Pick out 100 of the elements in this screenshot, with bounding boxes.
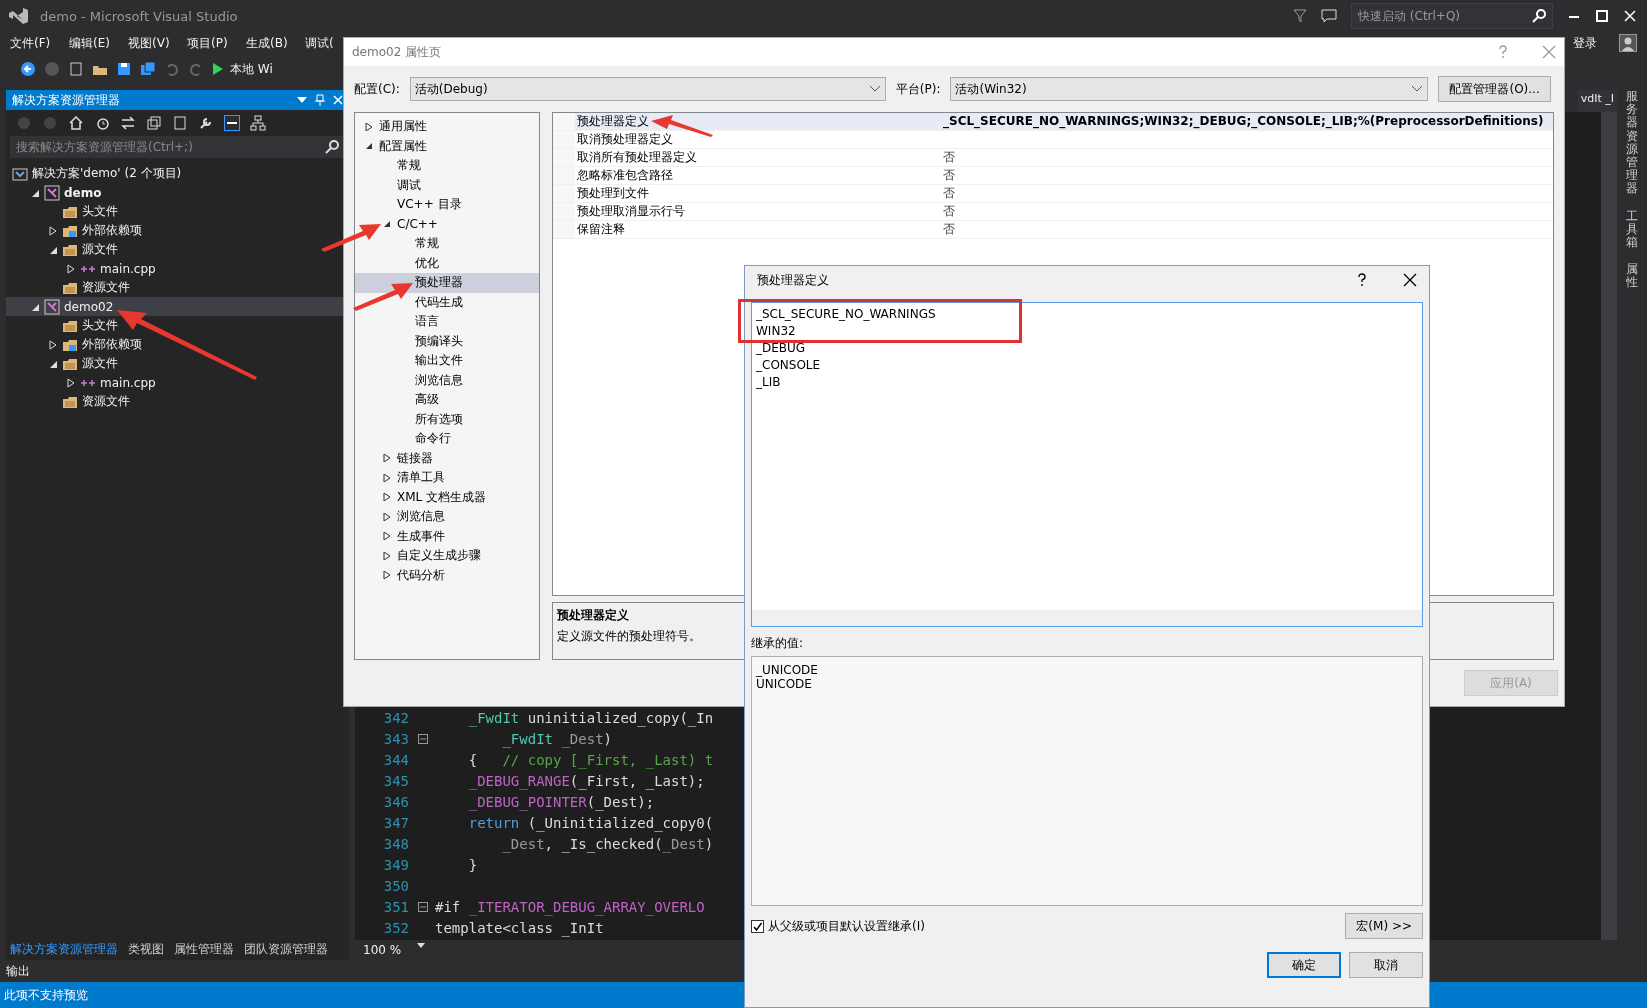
quick-launch-input[interactable]: 快速启动 (Ctrl+Q) [1352,4,1532,28]
tree-item[interactable]: 代码分析 [355,565,539,585]
tree-item[interactable]: 优化 [355,253,539,273]
menu-item[interactable]: 视图(V) [128,35,170,50]
property-row[interactable]: 保留注释 否 [553,221,1553,239]
property-row[interactable]: 忽略标准包含路径 否 [553,167,1553,185]
save-icon[interactable] [116,61,132,77]
tree-item[interactable]: 解决方案'demo' (2 个项目) [6,164,349,183]
collapsed-icon[interactable] [365,122,373,131]
configuration-dropdown[interactable]: 活动(Debug) [409,77,886,101]
tree-item[interactable]: 头文件 [6,316,349,335]
sync-icon[interactable] [120,115,136,131]
tree-item[interactable]: main.cpp [6,373,349,392]
tree-item[interactable]: 所有选项 [355,409,539,429]
tree-item[interactable]: 命令行 [355,429,539,449]
menu-item[interactable]: 调试( [305,35,334,50]
sign-in-link[interactable]: 登录 [1573,34,1597,52]
panel-tab[interactable]: 解决方案资源管理器 [10,940,118,958]
tree-item[interactable]: demo [6,183,349,202]
tree-item[interactable]: 清单工具 [355,468,539,488]
panel-tab[interactable]: 类视图 [128,940,164,958]
expanded-icon[interactable] [383,220,391,229]
preview-icon[interactable] [224,115,240,131]
scrollbar[interactable] [752,610,1422,626]
filter-icon[interactable] [1293,9,1307,23]
tree-item[interactable]: 代码生成 [355,292,539,312]
scrollbar[interactable] [1601,112,1617,940]
tree-item[interactable]: 浏览信息 [355,370,539,390]
tree-item[interactable]: 源文件 [6,240,349,259]
property-row[interactable]: 预处理到文件 否 [553,185,1553,203]
menu-item[interactable]: 项目(P) [187,35,228,50]
tree-item[interactable]: 调试 [355,175,539,195]
property-row[interactable]: 取消预处理器定义 [553,131,1553,149]
side-tab[interactable]: 服务器资源管理器 [1626,90,1638,196]
tree-item[interactable]: 高级 [355,390,539,410]
platform-dropdown[interactable]: 活动(Win32) [950,77,1429,101]
tree-item[interactable]: 输出文件 [355,351,539,371]
tree-item[interactable]: 链接器 [355,448,539,468]
collapse-icon[interactable] [146,115,162,131]
collapsed-icon[interactable] [383,571,391,580]
tree-item[interactable]: 常规 [355,234,539,254]
side-tab[interactable]: 属性 [1626,263,1638,290]
output-tab[interactable]: 输出 [6,962,30,980]
tree-item[interactable]: 外部依赖项 [6,335,349,354]
collapse-icon[interactable] [418,733,428,744]
tree-item[interactable]: C/C++ [355,214,539,234]
configuration-manager-button[interactable]: 配置管理器(O)... [1438,76,1551,102]
history-icon[interactable] [94,115,110,131]
tree-item[interactable]: 浏览信息 [355,507,539,527]
pin-icon[interactable] [315,94,325,106]
collapse-icon[interactable] [418,901,428,912]
property-row[interactable]: 取消所有预处理器定义 否 [553,149,1553,167]
class-diagram-icon[interactable] [250,115,266,131]
start-debugging-button[interactable]: 本地 Wi [212,60,273,78]
expanded-icon[interactable] [365,142,373,151]
cancel-button[interactable]: 取消 [1349,952,1423,978]
tree-item[interactable]: 自定义生成步骤 [355,546,539,566]
dropdown-icon[interactable] [297,97,307,103]
macros-button[interactable]: 宏(M) >> [1345,913,1423,939]
wrench-icon[interactable] [198,115,214,131]
tree-item[interactable]: 配置属性 [355,136,539,156]
zoom-dropdown[interactable]: 100 % [355,943,434,957]
tree-item[interactable]: 生成事件 [355,526,539,546]
side-tab[interactable]: 工具箱 [1626,209,1638,250]
ok-button[interactable]: 确定 [1267,952,1341,978]
member-dropdown[interactable]: vdIt _I [1577,90,1617,112]
user-icon[interactable] [1619,34,1637,52]
collapsed-icon[interactable] [383,551,391,560]
tree-item[interactable]: main.cpp [6,259,349,278]
collapsed-icon[interactable] [383,512,391,521]
tree-item[interactable]: XML 文档生成器 [355,487,539,507]
undo-icon[interactable] [164,61,180,77]
help-icon[interactable] [1357,273,1367,287]
tree-item[interactable]: 通用属性 [355,117,539,137]
property-row[interactable]: 预处理取消显示行号 否 [553,203,1553,221]
show-files-icon[interactable] [172,115,188,131]
tree-item[interactable]: VC++ 目录 [355,195,539,215]
panel-tab[interactable]: 属性管理器 [174,940,234,958]
redo-icon[interactable] [188,61,204,77]
collapsed-icon[interactable] [383,532,391,541]
checkbox[interactable] [751,919,764,933]
save-all-icon[interactable] [140,61,156,77]
quick-launch-field[interactable]: 快速启动 (Ctrl+Q) [1351,3,1553,29]
home-icon[interactable] [68,115,84,131]
tree-item[interactable]: 预编译头 [355,331,539,351]
panel-tab[interactable]: 团队资源管理器 [244,940,328,958]
tree-item[interactable]: 资源文件 [6,278,349,297]
maximize-icon[interactable] [1595,9,1609,23]
tree-item[interactable]: 常规 [355,156,539,176]
menu-item[interactable]: 编辑(E) [69,35,110,50]
tree-item[interactable]: 资源文件 [6,392,349,411]
close-icon[interactable] [1403,273,1417,287]
tree-item[interactable]: 源文件 [6,354,349,373]
tree-item[interactable]: 语言 [355,312,539,332]
tree-item[interactable]: 预处理器 [355,273,539,293]
collapsed-icon[interactable] [383,454,391,463]
tree-item[interactable]: 头文件 [6,202,349,221]
menu-item[interactable]: 生成(B) [246,35,288,50]
property-row[interactable]: 预处理器定义 _SCL_SECURE_NO_WARNINGS;WIN32;_DEBUG;_CONSOLE;_LIB;%(PreprocessorDefinitions) [553,113,1553,131]
collapsed-icon[interactable] [383,493,391,502]
